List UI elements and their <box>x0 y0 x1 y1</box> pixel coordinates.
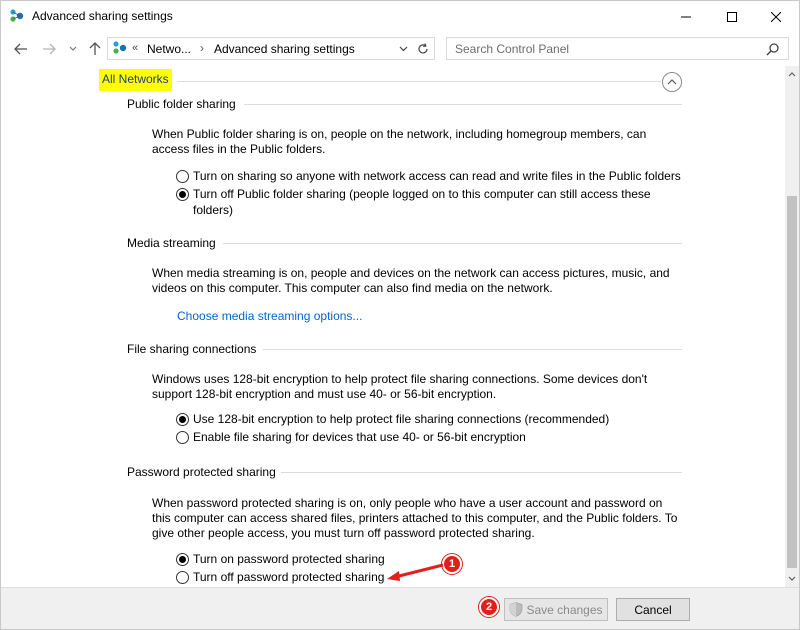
recent-locations-button[interactable] <box>65 41 81 57</box>
section-divider <box>223 243 682 244</box>
chevron-down-icon <box>788 576 796 581</box>
window-title: Advanced sharing settings <box>32 9 173 23</box>
public-folder-description: When Public folder sharing is on, people… <box>152 127 647 156</box>
address-bar[interactable]: « Netwo... › Advanced sharing settings <box>107 37 435 60</box>
cancel-button[interactable]: Cancel <box>616 598 690 621</box>
radio-encryption-40-56[interactable]: Enable file sharing for devices that use… <box>176 429 693 445</box>
back-button[interactable] <box>13 41 29 57</box>
media-streaming-options-link[interactable]: Choose media streaming options... <box>177 309 362 323</box>
radio-button[interactable] <box>176 413 189 426</box>
forward-button[interactable] <box>41 41 57 57</box>
refresh-icon <box>417 42 428 53</box>
vertical-scrollbar[interactable] <box>785 66 799 587</box>
section-title-password-sharing: Password protected sharing <box>127 465 276 479</box>
chevron-up-icon <box>788 72 796 77</box>
media-streaming-description: When media streaming is on, people and d… <box>152 266 670 295</box>
section-divider <box>281 472 682 473</box>
annotation-badge-2: 2 <box>479 597 499 617</box>
button-bar: Save changes Cancel <box>1 587 799 629</box>
section-divider <box>263 349 682 350</box>
cancel-label[interactable]: Cancel <box>634 603 671 617</box>
forward-arrow-icon <box>43 43 56 55</box>
chevron-down-icon <box>399 46 407 52</box>
settings-content: All Networks Public folder sharing When … <box>1 66 785 587</box>
network-icon <box>10 9 24 22</box>
maximize-button[interactable] <box>709 1 755 32</box>
minimize-button[interactable] <box>663 1 709 32</box>
scroll-thumb[interactable] <box>787 196 797 568</box>
group-divider <box>177 81 661 82</box>
up-arrow-icon <box>89 42 101 55</box>
title-bar: Advanced sharing settings <box>1 1 799 32</box>
save-changes-button[interactable]: Save changes <box>504 598 608 621</box>
radio-label[interactable]: Enable file sharing for devices that use… <box>193 429 693 445</box>
radio-label[interactable]: Turn off Public folder sharing (people l… <box>193 186 663 218</box>
section-title-public-folder: Public folder sharing <box>127 97 236 111</box>
radio-button[interactable] <box>176 571 189 584</box>
radio-label[interactable]: Use 128-bit encryption to help protect f… <box>193 411 693 427</box>
radio-label[interactable]: Turn on sharing so anyone with network a… <box>193 168 693 184</box>
network-icon <box>113 41 127 54</box>
radio-public-folder-off[interactable]: Turn off Public folder sharing (people l… <box>176 186 663 218</box>
minimize-icon <box>681 16 691 17</box>
search-box[interactable]: Search Control Panel <box>446 37 789 60</box>
breadcrumb-current[interactable]: Advanced sharing settings <box>214 42 355 56</box>
search-input[interactable]: Search Control Panel <box>455 42 569 56</box>
breadcrumb-separator[interactable]: › <box>200 41 204 55</box>
close-icon <box>771 11 781 22</box>
chevron-up-icon <box>667 79 677 85</box>
close-button[interactable] <box>753 1 799 32</box>
maximize-icon <box>727 11 737 22</box>
save-changes-label[interactable]: Save changes <box>526 603 602 617</box>
breadcrumb-overflow[interactable]: « <box>132 42 138 54</box>
radio-button[interactable] <box>176 431 189 444</box>
navigation-bar: « Netwo... › Advanced sharing settings S… <box>1 32 799 66</box>
scroll-up-button[interactable] <box>785 66 799 83</box>
uac-shield-icon <box>510 602 523 617</box>
section-title-media-streaming: Media streaming <box>127 236 216 250</box>
radio-button[interactable] <box>176 553 189 566</box>
radio-public-folder-on[interactable]: Turn on sharing so anyone with network a… <box>176 168 693 184</box>
search-icon[interactable] <box>766 42 780 56</box>
password-sharing-description: When password protected sharing is on, o… <box>152 496 678 540</box>
advanced-sharing-window: Advanced sharing settings « Netwo... › A… <box>0 0 800 630</box>
group-title-all-networks: All Networks <box>99 69 172 91</box>
section-divider <box>244 104 682 105</box>
chevron-down-icon <box>69 46 77 51</box>
radio-button[interactable] <box>176 188 189 201</box>
collapse-button[interactable] <box>662 72 682 92</box>
scroll-down-button[interactable] <box>785 570 799 587</box>
up-button[interactable] <box>87 41 103 57</box>
radio-button[interactable] <box>176 170 189 183</box>
refresh-button[interactable] <box>411 37 435 60</box>
address-dropdown-button[interactable] <box>396 42 410 56</box>
file-sharing-description: Windows uses 128-bit encryption to help … <box>152 372 648 401</box>
radio-encryption-128[interactable]: Use 128-bit encryption to help protect f… <box>176 411 693 427</box>
annotation-arrow-icon <box>387 563 444 581</box>
section-title-file-sharing: File sharing connections <box>127 342 257 356</box>
back-arrow-icon <box>14 43 27 55</box>
breadcrumb-network[interactable]: Netwo... <box>147 42 191 56</box>
